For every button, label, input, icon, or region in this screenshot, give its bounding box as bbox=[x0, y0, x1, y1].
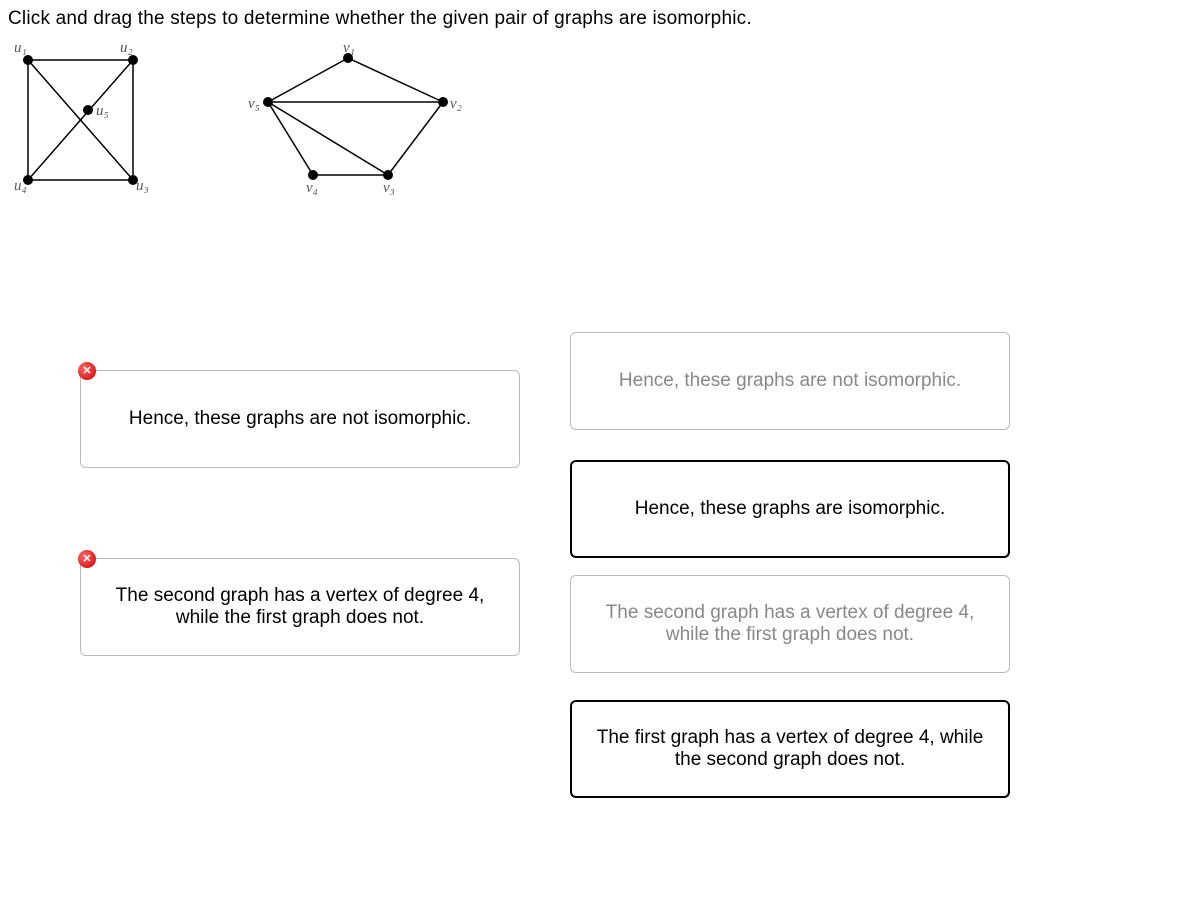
label-u4: u₄ bbox=[14, 178, 27, 194]
label-u5: u₅ bbox=[96, 103, 109, 119]
label-u3: u₃ bbox=[136, 178, 149, 194]
graph-g1: u₁ u₂ u₃ u₄ u₅ bbox=[14, 40, 149, 194]
option-first-deg4[interactable]: The first graph has a vertex of degree 4… bbox=[570, 700, 1010, 798]
label-v4: v₄ bbox=[306, 180, 318, 196]
label-v3: v₃ bbox=[383, 180, 395, 196]
option-not-isomorphic-text: Hence, these graphs are not isomorphic. bbox=[619, 370, 961, 392]
instruction-text: Click and drag the steps to determine wh… bbox=[8, 8, 752, 30]
label-v1: v₁ bbox=[343, 40, 355, 56]
option-not-isomorphic[interactable]: Hence, these graphs are not isomorphic. bbox=[570, 332, 1010, 430]
drop-slot-1-text: Hence, these graphs are not isomorphic. bbox=[129, 408, 471, 430]
option-second-deg4-text: The second graph has a vertex of degree … bbox=[591, 602, 989, 646]
incorrect-marker-1 bbox=[78, 362, 96, 380]
option-first-deg4-text: The first graph has a vertex of degree 4… bbox=[592, 727, 988, 771]
option-second-deg4[interactable]: The second graph has a vertex of degree … bbox=[570, 575, 1010, 673]
label-v5: v₅ bbox=[248, 96, 260, 112]
graphs-figure: u₁ u₂ u₃ u₄ u₅ v₁ v₂ v₃ v₄ v₅ bbox=[8, 40, 478, 210]
option-isomorphic[interactable]: Hence, these graphs are isomorphic. bbox=[570, 460, 1010, 558]
label-v2: v₂ bbox=[450, 96, 462, 112]
drop-slot-1[interactable]: Hence, these graphs are not isomorphic. bbox=[80, 370, 520, 468]
label-u2: u₂ bbox=[120, 40, 133, 56]
graph-g2: v₁ v₂ v₃ v₄ v₅ bbox=[248, 40, 462, 196]
label-u1: u₁ bbox=[14, 40, 27, 56]
drop-slot-2-text: The second graph has a vertex of degree … bbox=[101, 585, 499, 629]
drop-slot-2[interactable]: The second graph has a vertex of degree … bbox=[80, 558, 520, 656]
option-isomorphic-text: Hence, these graphs are isomorphic. bbox=[635, 498, 946, 520]
incorrect-marker-2 bbox=[78, 550, 96, 568]
